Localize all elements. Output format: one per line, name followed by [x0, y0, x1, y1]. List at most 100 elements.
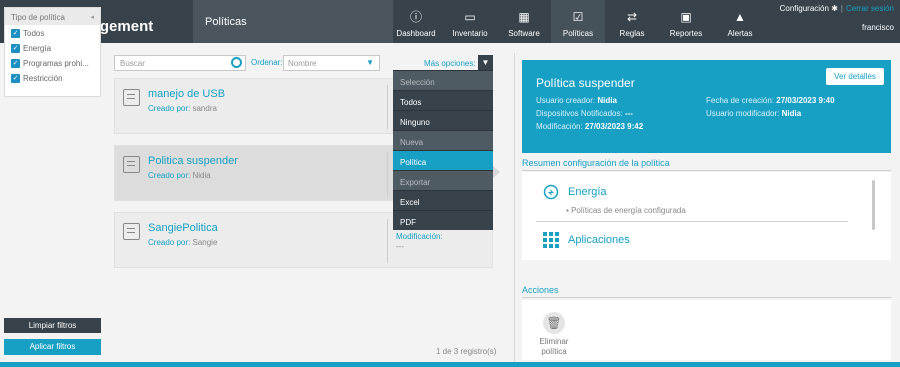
- detail-created: Fecha de creación: 27/03/2023 9:40: [706, 96, 835, 105]
- nav-label: Software: [508, 29, 540, 38]
- divider: [536, 221, 848, 222]
- policy-type-filter: Tipo de política ◂ ✓ Todos ✓ Energía ✓ Progr…: [4, 7, 101, 97]
- menu-header-nueva: Nueva: [393, 130, 493, 150]
- checklist-icon: [123, 156, 140, 173]
- sort-select[interactable]: Nombre ▼: [283, 55, 380, 71]
- alert-icon: ▲: [734, 10, 746, 24]
- detail-value: Nidia: [781, 109, 802, 118]
- filter-programas[interactable]: ✓ Programas prohi...: [5, 56, 100, 70]
- delete-policy-button[interactable]: Eliminar política: [536, 337, 572, 357]
- main-nav: ⓘ Dashboard ▭ Inventario ▦ Software ☑ Políti…: [389, 0, 767, 43]
- filter-restriccion[interactable]: ✓ Restricción: [5, 71, 100, 85]
- meta-label: Modificación:: [396, 232, 443, 241]
- policy-modified: Modificación: ---: [396, 232, 443, 251]
- nav-reglas[interactable]: ⇄ Reglas: [605, 0, 659, 43]
- more-options-menu: Selección Todos Ninguno Nueva Política E…: [393, 70, 493, 230]
- menu-item-pdf[interactable]: PDF: [393, 210, 493, 230]
- more-options-button[interactable]: ▼: [478, 55, 493, 70]
- policy-title[interactable]: SangiePolitica: [148, 222, 218, 234]
- summary-heading: Resumen configuración de la política: [522, 158, 670, 168]
- menu-item-politica[interactable]: Política: [393, 150, 493, 170]
- top-bar: Aranda Device Management Políticas ⓘDash…: [0, 0, 900, 43]
- actions-heading: Acciones: [522, 285, 559, 295]
- nav-label: Políticas: [562, 29, 594, 38]
- filter-energia[interactable]: ✓ Energía: [5, 41, 100, 55]
- grid-icon: ▦: [518, 10, 530, 24]
- username: francisco: [861, 23, 894, 32]
- nav-label: Reglas: [619, 29, 645, 38]
- detail-value: ---: [624, 109, 633, 118]
- checkbox-icon[interactable]: ✓: [11, 73, 20, 83]
- divider: [387, 152, 388, 196]
- policy-title[interactable]: Politica suspender: [148, 155, 238, 167]
- more-options-label: Más opciones:: [424, 59, 476, 68]
- policy-icon: ☑: [572, 10, 584, 24]
- view-details-button[interactable]: Ver detalles: [826, 68, 884, 85]
- filter-label: Programas prohi...: [23, 58, 89, 68]
- creator-value: Nidia: [192, 171, 211, 180]
- bottom-bar: [0, 362, 900, 367]
- divider: [387, 85, 388, 129]
- separator: |: [840, 4, 843, 13]
- selection-arrow-icon: [493, 166, 500, 178]
- logout-link[interactable]: Cerrar sesión: [846, 4, 894, 13]
- filter-title: Tipo de política: [11, 13, 65, 22]
- summary-energy-title[interactable]: Energía: [568, 186, 607, 198]
- search-input[interactable]: Buscar: [114, 55, 246, 71]
- detail-label: Usuario creador:: [536, 96, 596, 105]
- detail-value: Nidia: [597, 96, 617, 105]
- checkbox-icon[interactable]: ✓: [11, 43, 20, 53]
- detail-label: Modificación:: [536, 122, 583, 131]
- detail-title: Política suspender: [536, 76, 635, 90]
- checkbox-icon[interactable]: ✓: [11, 28, 20, 38]
- filter-header[interactable]: Tipo de política ◂: [5, 8, 100, 25]
- apply-filters-button[interactable]: Aplicar filtros: [4, 339, 101, 355]
- summary-apps-title[interactable]: Aplicaciones: [568, 234, 630, 246]
- detail-modifier: Usuario modificador: Nidia: [706, 109, 801, 118]
- policy-creator: Creado por: Sangie: [148, 238, 217, 247]
- collapse-icon[interactable]: ◂: [90, 13, 94, 21]
- menu-item-ninguno[interactable]: Ninguno: [393, 110, 493, 130]
- nav-label: Inventario: [452, 29, 488, 38]
- policy-creator: Creado por: sandra: [148, 104, 217, 113]
- gear-icon[interactable]: ✱: [829, 4, 838, 13]
- detail-label: Fecha de creación:: [706, 96, 775, 105]
- policy-title[interactable]: manejo de USB: [148, 88, 225, 100]
- nav-label: Reportes: [669, 29, 703, 38]
- nav-label: Alertas: [727, 29, 753, 38]
- meta-value: ---: [396, 242, 404, 251]
- menu-item-excel[interactable]: Excel: [393, 190, 493, 210]
- menu-item-todos[interactable]: Todos: [393, 90, 493, 110]
- summary-scrollbar[interactable]: [872, 180, 875, 230]
- report-icon: ▣: [680, 10, 692, 24]
- detail-header: Política suspender Ver detalles Usuario …: [522, 60, 891, 153]
- menu-header-exportar: Exportar: [393, 170, 493, 190]
- menu-header-seleccion: Selección: [393, 70, 493, 90]
- divider: [522, 170, 891, 171]
- checklist-icon: [123, 223, 140, 240]
- rules-icon: ⇄: [626, 10, 638, 24]
- summary-energy-sub-text: Políticas de energía configurada: [571, 206, 686, 215]
- apps-icon: [543, 232, 559, 248]
- search-icon[interactable]: [231, 57, 242, 68]
- trash-icon[interactable]: 🗑: [543, 312, 565, 334]
- nav-politicas[interactable]: ☑ Políticas: [551, 0, 605, 43]
- creator-label: Creado por:: [148, 104, 191, 113]
- creator-label: Creado por:: [148, 171, 191, 180]
- nav-inventario[interactable]: ▭ Inventario: [443, 0, 497, 43]
- policy-creator: Creado por: Nidia: [148, 171, 211, 180]
- checkbox-icon[interactable]: ✓: [11, 58, 20, 68]
- nav-reportes[interactable]: ▣ Reportes: [659, 0, 713, 43]
- detail-label: Dispositivos Notificados:: [536, 109, 623, 118]
- nav-alertas[interactable]: ▲ Alertas: [713, 0, 767, 43]
- creator-label: Creado por:: [148, 238, 191, 247]
- filter-todos[interactable]: ✓ Todos: [5, 26, 100, 40]
- config-link[interactable]: Configuración: [780, 4, 829, 13]
- chevron-down-icon: ▼: [366, 58, 374, 67]
- nav-dashboard[interactable]: ⓘ Dashboard: [389, 0, 443, 43]
- clear-filters-button[interactable]: Limpiar filtros: [4, 318, 101, 333]
- devices-icon: ▭: [464, 10, 476, 24]
- detail-value: 27/03/2023 9:40: [776, 96, 835, 105]
- checklist-icon: [123, 89, 140, 106]
- nav-software[interactable]: ▦ Software: [497, 0, 551, 43]
